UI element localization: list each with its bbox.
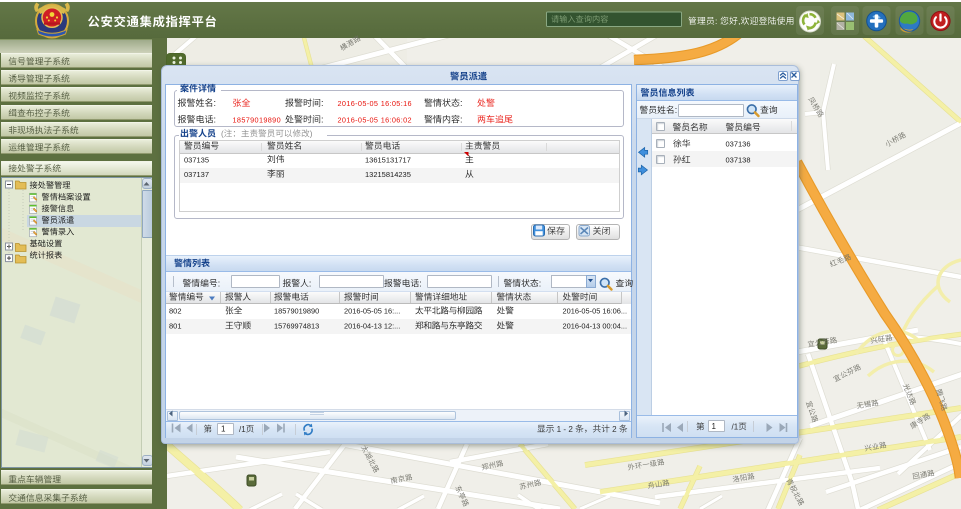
svg-text:2016-05-05 16:...: 2016-05-05 16:...	[344, 307, 400, 316]
svg-text:): )	[310, 130, 313, 139]
svg-text::: :	[214, 98, 217, 108]
svg-text:802: 802	[169, 307, 182, 316]
svg-text:15769974813: 15769974813	[274, 322, 319, 331]
svg-text:1: 1	[221, 424, 226, 433]
svg-text:2016-05-05 16:06...: 2016-05-05 16:06...	[563, 307, 628, 316]
svg-text:18579019890: 18579019890	[233, 116, 282, 125]
svg-text::: :	[715, 16, 720, 26]
svg-text::: :	[214, 115, 217, 125]
svg-text:037138: 037138	[726, 156, 751, 165]
svg-text::: :	[321, 115, 324, 125]
svg-text:1 - 2: 1 - 2	[554, 425, 575, 434]
svg-text:2016-04-13 12:...: 2016-04-13 12:...	[344, 322, 400, 331]
svg-text:037135: 037135	[184, 155, 209, 164]
svg-text::: :	[460, 98, 463, 108]
svg-text::: :	[321, 98, 324, 108]
svg-text:(: (	[221, 130, 224, 139]
svg-text:18579019890: 18579019890	[274, 307, 319, 316]
svg-text:/1: /1	[239, 425, 246, 434]
svg-text:1: 1	[712, 422, 717, 431]
svg-text:037137: 037137	[184, 170, 209, 179]
svg-text::: :	[218, 278, 220, 288]
svg-text:13615131717: 13615131717	[365, 155, 411, 164]
svg-text:2016-04-13 00:04...: 2016-04-13 00:04...	[563, 322, 628, 331]
svg-text::: :	[460, 115, 463, 125]
svg-text:2016-05-05 16:06:02: 2016-05-05 16:06:02	[338, 116, 412, 125]
svg-text:13215814235: 13215814235	[365, 170, 411, 179]
svg-text::: :	[309, 278, 311, 288]
svg-text::: :	[419, 278, 421, 288]
svg-text:801: 801	[169, 322, 182, 331]
svg-text::: :	[675, 105, 677, 115]
svg-text:2016-05-05 16:05:16: 2016-05-05 16:05:16	[338, 99, 412, 108]
svg-text:/1: /1	[732, 423, 739, 432]
svg-text:2: 2	[610, 425, 619, 434]
svg-text::: :	[539, 278, 541, 288]
svg-text:,: ,	[738, 16, 741, 26]
svg-text:037136: 037136	[726, 140, 751, 149]
